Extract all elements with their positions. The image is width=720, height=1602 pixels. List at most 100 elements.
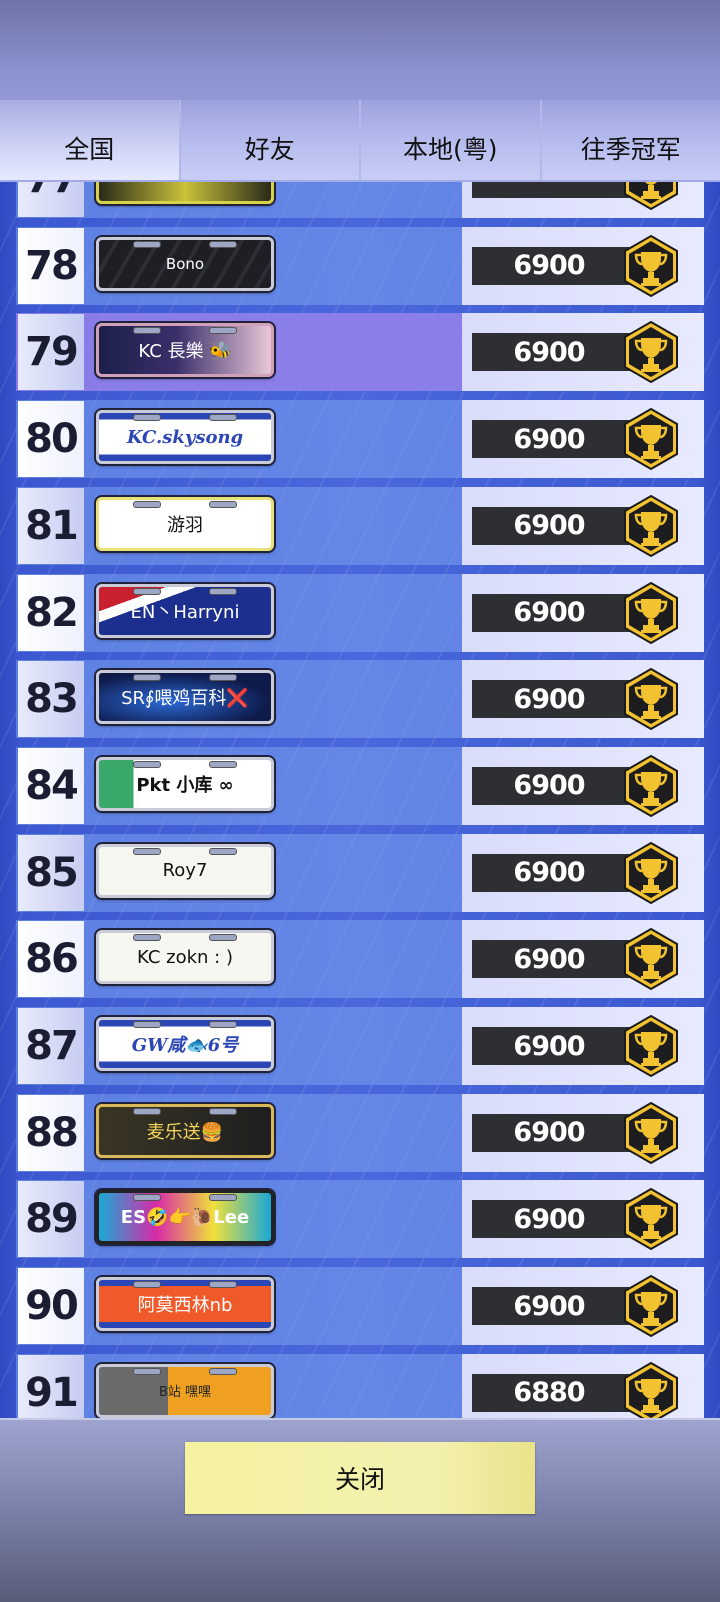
leaderboard-list[interactable]: 77 78 Bono 6900 79 KC 長樂 🐝 6900 80 KC.skysong… bbox=[0, 182, 720, 1418]
score-panel: 6900 bbox=[462, 1267, 704, 1345]
trophy-score: 6900 bbox=[472, 420, 640, 458]
trophy-icon bbox=[622, 1274, 680, 1338]
player-nameplate[interactable]: Bono bbox=[96, 237, 274, 291]
player-nameplate[interactable]: B站 嘿嘿 bbox=[96, 1364, 274, 1418]
player-nameplate[interactable]: GW咸🐟6号 bbox=[96, 1017, 274, 1071]
rank-number: 87 bbox=[18, 1008, 84, 1084]
player-nameplate[interactable]: ES🤣👉🐌Lee bbox=[96, 1190, 274, 1244]
player-nameplate[interactable] bbox=[96, 182, 274, 204]
trophy-icon bbox=[622, 667, 680, 731]
leaderboard-row[interactable]: 85 Roy7 6900 bbox=[16, 834, 704, 912]
player-name: Roy7 bbox=[163, 860, 208, 881]
rank-number: 78 bbox=[18, 228, 84, 304]
score-panel bbox=[462, 182, 704, 218]
rank-number: 82 bbox=[18, 575, 84, 651]
footer-bar: 关闭 bbox=[0, 1418, 720, 1602]
score-panel: 6900 bbox=[462, 400, 704, 478]
rank-number: 84 bbox=[18, 748, 84, 824]
score-panel: 6900 bbox=[462, 920, 704, 998]
rank-number: 80 bbox=[18, 401, 84, 477]
trophy-icon bbox=[622, 234, 680, 298]
trophy-icon bbox=[622, 1187, 680, 1251]
trophy-score: 6900 bbox=[472, 1287, 640, 1325]
leaderboard-row[interactable]: 84 Pkt 小库 ∞ 6900 bbox=[16, 747, 704, 825]
tab-friends[interactable]: 好友 bbox=[181, 100, 362, 180]
leaderboard-row[interactable]: 90阿莫西林nb6900 bbox=[16, 1267, 704, 1345]
rank-number: 86 bbox=[18, 921, 84, 997]
trophy-score: 6900 bbox=[472, 1114, 640, 1152]
trophy-score: 6900 bbox=[472, 594, 640, 632]
rank-number: 91 bbox=[18, 1355, 84, 1418]
player-name: GW咸🐟6号 bbox=[132, 1031, 239, 1057]
player-name: EN丶Harryni bbox=[131, 598, 240, 624]
leaderboard-row[interactable]: 87 GW咸🐟6号 6900 bbox=[16, 1007, 704, 1085]
trophy-score: 6900 bbox=[472, 1200, 640, 1238]
player-name: KC zokn : ) bbox=[137, 947, 233, 968]
score-panel: 6900 bbox=[462, 313, 704, 391]
trophy-score: 6900 bbox=[472, 854, 640, 892]
rank-number: 88 bbox=[18, 1095, 84, 1171]
leaderboard-row[interactable]: 83SR∮喂鸡百科❌ 6900 bbox=[16, 660, 704, 738]
score-panel: 6900 bbox=[462, 1007, 704, 1085]
rank-number: 85 bbox=[18, 835, 84, 911]
leaderboard-header: 全国 好友 本地(粤) 往季冠军 bbox=[0, 0, 720, 182]
trophy-icon bbox=[622, 1014, 680, 1078]
player-nameplate[interactable]: EN丶Harryni bbox=[96, 584, 274, 638]
score-panel: 6900 bbox=[462, 834, 704, 912]
trophy-icon bbox=[622, 754, 680, 818]
leaderboard-row[interactable]: 81游羽6900 bbox=[16, 487, 704, 565]
player-nameplate[interactable]: 阿莫西林nb bbox=[96, 1277, 274, 1331]
leaderboard-row[interactable]: 91B站 嘿嘿 6880 bbox=[16, 1354, 704, 1418]
leaderboard-row[interactable]: 89 ES🤣👉🐌Lee 6900 bbox=[16, 1180, 704, 1258]
trophy-score: 6900 bbox=[472, 940, 640, 978]
trophy-icon bbox=[622, 407, 680, 471]
score-panel: 6900 bbox=[462, 747, 704, 825]
score-panel: 6900 bbox=[462, 1180, 704, 1258]
trophy-score: 6880 bbox=[472, 1374, 640, 1412]
trophy-score: 6900 bbox=[472, 767, 640, 805]
rank-number: 77 bbox=[18, 182, 84, 217]
tab-past-champions[interactable]: 往季冠军 bbox=[542, 100, 720, 180]
player-nameplate[interactable]: KC zokn : ) bbox=[96, 930, 274, 984]
leaderboard-row[interactable]: 79 KC 長樂 🐝 6900 bbox=[16, 313, 704, 391]
rank-number: 79 bbox=[18, 314, 84, 390]
player-name: ES🤣👉🐌Lee bbox=[121, 1207, 249, 1228]
score-panel: 6880 bbox=[462, 1354, 704, 1418]
player-name: Pkt 小库 ∞ bbox=[136, 771, 233, 797]
trophy-icon bbox=[622, 1361, 680, 1418]
trophy-icon bbox=[622, 581, 680, 645]
tab-national[interactable]: 全国 bbox=[0, 100, 181, 180]
rank-number: 83 bbox=[18, 661, 84, 737]
player-name: KC.skysong bbox=[127, 427, 243, 448]
player-name: 游羽 bbox=[167, 511, 203, 537]
trophy-icon bbox=[622, 320, 680, 384]
player-name: 麦乐送🍔 bbox=[147, 1118, 223, 1144]
leaderboard-row[interactable]: 77 bbox=[16, 182, 704, 218]
close-button[interactable]: 关闭 bbox=[185, 1442, 535, 1514]
player-name: Bono bbox=[166, 255, 204, 273]
trophy-icon bbox=[622, 841, 680, 905]
trophy-score bbox=[472, 182, 640, 198]
score-panel: 6900 bbox=[462, 1094, 704, 1172]
player-nameplate[interactable]: Roy7 bbox=[96, 844, 274, 898]
player-nameplate[interactable]: KC.skysong bbox=[96, 410, 274, 464]
player-nameplate[interactable]: SR∮喂鸡百科❌ bbox=[96, 670, 274, 724]
score-panel: 6900 bbox=[462, 227, 704, 305]
player-nameplate[interactable]: 游羽 bbox=[96, 497, 274, 551]
leaderboard-row[interactable]: 80 KC.skysong 6900 bbox=[16, 400, 704, 478]
rank-number: 81 bbox=[18, 488, 84, 564]
rank-number: 89 bbox=[18, 1181, 84, 1257]
trophy-score: 6900 bbox=[472, 333, 640, 371]
player-name: 阿莫西林nb bbox=[138, 1291, 233, 1317]
leaderboard-row[interactable]: 86 KC zokn : ) 6900 bbox=[16, 920, 704, 998]
score-panel: 6900 bbox=[462, 660, 704, 738]
player-name: KC 長樂 🐝 bbox=[138, 337, 231, 363]
player-nameplate[interactable]: Pkt 小库 ∞ bbox=[96, 757, 274, 811]
leaderboard-row[interactable]: 82 EN丶Harryni 6900 bbox=[16, 574, 704, 652]
leaderboard-row[interactable]: 88 麦乐送🍔 6900 bbox=[16, 1094, 704, 1172]
player-nameplate[interactable]: 麦乐送🍔 bbox=[96, 1104, 274, 1158]
player-nameplate[interactable]: KC 長樂 🐝 bbox=[96, 323, 274, 377]
leaderboard-row[interactable]: 78 Bono 6900 bbox=[16, 227, 704, 305]
trophy-icon bbox=[622, 182, 680, 211]
tab-local[interactable]: 本地(粤) bbox=[361, 100, 542, 180]
